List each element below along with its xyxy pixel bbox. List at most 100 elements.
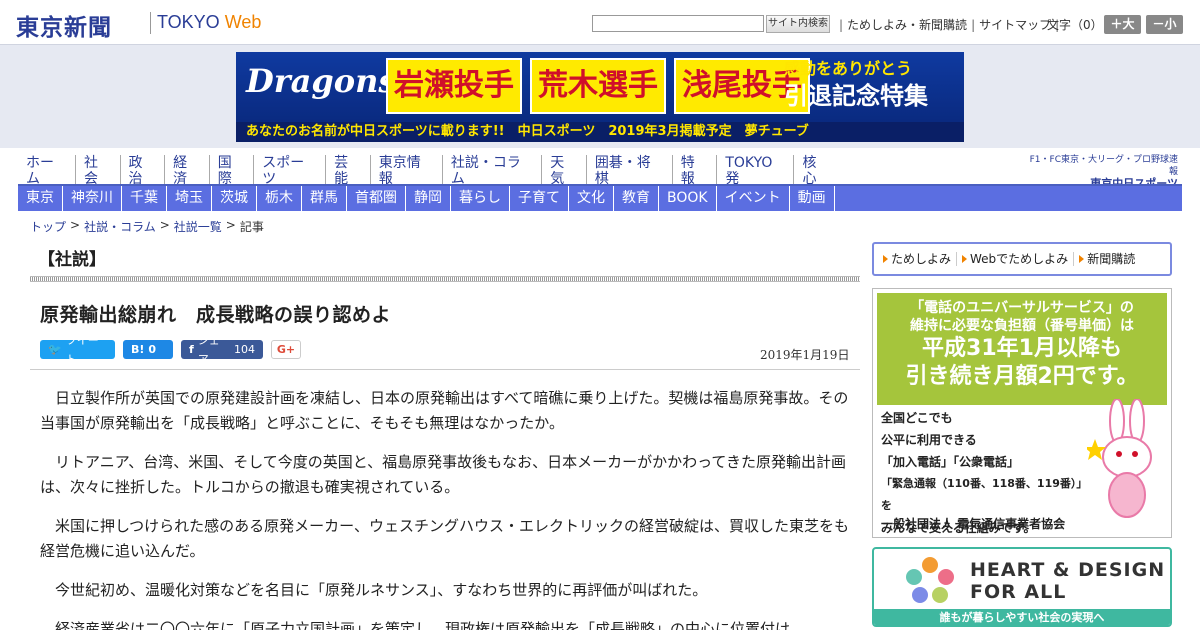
local-nav-ibaraki[interactable]: 茨城 (212, 186, 257, 211)
social-buttons: 🐦 ツイート B! 0 f シェア 104 G+ (40, 334, 301, 366)
banner-tagline-1: 感動をありがとう (784, 59, 913, 78)
breadcrumb-current: 記事 (239, 220, 264, 234)
breadcrumb-editorial[interactable]: 社説・コラム (84, 218, 156, 235)
share-label: シェア (197, 333, 220, 366)
nav-item-go-shogi[interactable]: 囲碁・将棋 (587, 155, 673, 187)
ad1-body-line: 公平に利用できる (881, 433, 977, 447)
google-plus-button[interactable]: G+ (271, 340, 301, 359)
article-headline: 原発輸出総崩れ 成長戦略の誤り認めよ (40, 304, 392, 326)
site-logo[interactable]: 東京新聞 (16, 8, 112, 42)
ad1-line-2: 維持に必要な負担額（番号単価）は (910, 318, 1134, 334)
nav-item-entertainment[interactable]: 芸能 (326, 155, 371, 187)
nav-item-special[interactable]: 特報 (673, 155, 718, 187)
logo-en-text: TOKYO (157, 12, 225, 32)
ad1-header: 「電話のユニバーサルサービス」の 維持に必要な負担額（番号単価）は 平成31年1… (877, 293, 1167, 405)
ad1-body-line: 全国どこでも (881, 411, 953, 425)
web-trial-read-label: Webでためしよみ (970, 252, 1069, 266)
arrow-right-icon (883, 255, 888, 263)
arrow-right-icon (1079, 255, 1085, 263)
ad2-tagline: 誰もが暮らしやすい社会の実現へ (874, 609, 1170, 625)
section-title: 【社説】 (38, 250, 106, 270)
breadcrumb-top[interactable]: トップ (30, 218, 66, 235)
font-smaller-button[interactable]: －小 (1146, 15, 1183, 34)
banner-names: 岩瀬投手 荒木選手 浅尾投手 (386, 58, 810, 114)
trial-read-button[interactable]: ためしよみ (878, 252, 958, 266)
ad1-big-1: 平成31年1月以降も (922, 336, 1122, 361)
article-paragraph: 米国に押しつけられた感のある原発メーカー、ウェスチングハウス・エレクトリックの経… (40, 517, 849, 560)
tweet-button[interactable]: 🐦 ツイート (40, 334, 115, 366)
article-date: 2019年1月19日 (760, 348, 850, 362)
rabbit-mascot-icon (1087, 399, 1152, 518)
hatena-icon: B! (131, 343, 145, 356)
nav-item-society[interactable]: 社会 (76, 155, 121, 187)
dragons-logo: Dragons (246, 62, 397, 100)
local-nav: 東京 神奈川 千葉 埼玉 茨城 栃木 群馬 首都圏 静岡 暮らし 子育て 文化 … (18, 186, 1182, 211)
font-size-label: 文字（0） (1047, 18, 1103, 32)
ad1-big-2: 引き続き月額2円です。 (905, 364, 1139, 389)
trial-subscribe-link[interactable]: ためしよみ・新聞購読 (847, 16, 967, 33)
nav-item-tokyo-info[interactable]: 東京情報 (371, 155, 443, 187)
tweet-label: ツイート (65, 333, 99, 366)
arrow-right-icon (962, 255, 968, 263)
flower-logo-icon (906, 557, 954, 603)
subscribe-label: 新聞購読 (1087, 252, 1136, 266)
banner-tagline: 感動をありがとう 引退記念特集 (784, 58, 928, 112)
link-separator: | (839, 17, 844, 32)
local-nav-living[interactable]: 暮らし (451, 186, 510, 211)
link-separator: | (971, 17, 976, 32)
local-nav-shizuoka[interactable]: 静岡 (406, 186, 451, 211)
share-count: 104 (234, 343, 255, 356)
nav-item-weather[interactable]: 天気 (542, 155, 587, 187)
logo-divider (150, 12, 151, 34)
local-nav-shutoken[interactable]: 首都圏 (347, 186, 406, 211)
heart-design-ad[interactable]: HEART & DESIGN FOR ALL 誰もが暮らしやすい社会の実現へ (872, 547, 1172, 627)
local-nav-chiba[interactable]: 千葉 (122, 186, 167, 211)
nav-item-core[interactable]: 核心 (794, 155, 838, 187)
facebook-share-button[interactable]: f シェア 104 (181, 334, 263, 366)
ad1-line-1: 「電話のユニバーサルサービス」の (910, 300, 1134, 316)
local-nav-parenting[interactable]: 子育て (510, 186, 569, 211)
nav-item-tokyo-hatsu[interactable]: TOKYO発 (717, 155, 795, 187)
banner-tagline-2: 引退記念特集 (784, 82, 928, 110)
local-nav-book[interactable]: BOOK (659, 186, 717, 211)
google-plus-icon: G+ (276, 343, 296, 356)
sponsor-line-1: F1・FC東京・大リーグ・プロ野球速報 (1029, 155, 1178, 177)
ad2-title-1: HEART & DESIGN (970, 559, 1166, 581)
web-trial-read-button[interactable]: Webでためしよみ (957, 252, 1075, 266)
breadcrumb-separator: > (70, 218, 81, 232)
local-nav-education[interactable]: 教育 (614, 186, 659, 211)
local-nav-culture[interactable]: 文化 (569, 186, 614, 211)
site-logo-en[interactable]: TOKYO Web (157, 12, 261, 33)
site-search-button[interactable]: サイト内検索 (766, 15, 830, 33)
local-nav-tochigi[interactable]: 栃木 (257, 186, 302, 211)
breadcrumb-editorial-list[interactable]: 社説一覧 (174, 218, 222, 235)
nav-item-sports[interactable]: スポーツ (254, 155, 327, 187)
banner-name-iwase: 岩瀬投手 (386, 58, 522, 114)
nav-item-politics[interactable]: 政治 (121, 155, 166, 187)
sitemap-link[interactable]: サイトマップ (979, 16, 1051, 33)
nav-item-world[interactable]: 国際 (210, 155, 255, 187)
subscribe-button[interactable]: 新聞購読 (1074, 252, 1140, 266)
nav-item-economy[interactable]: 経済 (165, 155, 210, 187)
local-nav-saitama[interactable]: 埼玉 (167, 186, 212, 211)
universal-service-ad[interactable]: 「電話のユニバーサルサービス」の 維持に必要な負担額（番号単価）は 平成31年1… (872, 288, 1172, 538)
trial-read-label: ためしよみ (891, 252, 952, 266)
nav-item-editorial[interactable]: 社説・コラム (443, 155, 543, 187)
local-nav-event[interactable]: イベント (717, 186, 790, 211)
ad2-title: HEART & DESIGN FOR ALL (970, 559, 1165, 603)
facebook-icon: f (189, 343, 194, 356)
local-nav-kanagawa[interactable]: 神奈川 (63, 186, 122, 211)
local-nav-video[interactable]: 動画 (790, 186, 835, 211)
font-larger-button[interactable]: ＋大 (1104, 15, 1141, 34)
site-search-input[interactable] (592, 15, 764, 32)
hatena-bookmark-button[interactable]: B! 0 (123, 340, 173, 359)
twitter-icon: 🐦 (48, 343, 62, 356)
nav-item-home[interactable]: ホーム (18, 155, 76, 187)
dragons-banner-ad[interactable]: Dragons 岩瀬投手 荒木選手 浅尾投手 感動をありがとう 引退記念特集 あ… (236, 52, 964, 142)
banner-top: Dragons 岩瀬投手 荒木選手 浅尾投手 感動をありがとう 引退記念特集 (236, 52, 964, 122)
section-divider (30, 276, 860, 282)
subscription-buttons: ためしよみ Webでためしよみ 新聞購読 (872, 242, 1172, 276)
local-nav-gunma[interactable]: 群馬 (302, 186, 347, 211)
ad2-title-2: FOR ALL (970, 581, 1067, 603)
local-nav-tokyo[interactable]: 東京 (18, 186, 63, 211)
